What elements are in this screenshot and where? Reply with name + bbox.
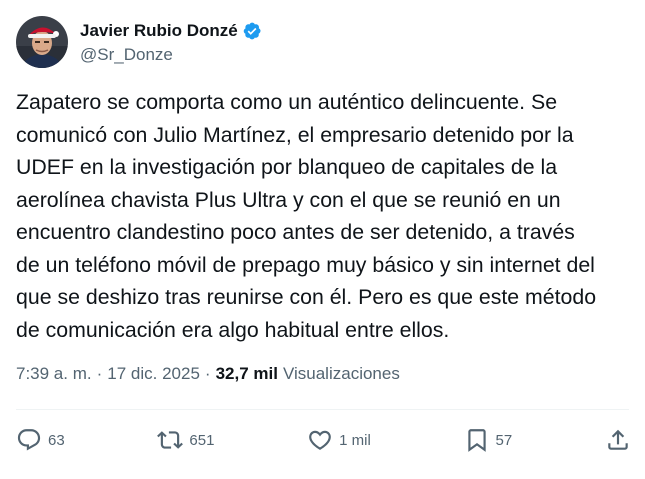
views-label: Visualizaciones [282, 364, 400, 383]
like-count: 1 mil [339, 431, 371, 449]
reply-count: 63 [48, 431, 65, 449]
divider [16, 409, 629, 410]
retweet-count: 651 [189, 431, 215, 449]
views-count: 32,7 mil [215, 364, 278, 383]
verified-badge-icon[interactable] [242, 21, 262, 41]
author-names: Javier Rubio Donzé @Sr_Donze [80, 19, 262, 65]
share-button[interactable] [605, 427, 631, 453]
display-name[interactable]: Javier Rubio Donzé [80, 21, 238, 41]
retweet-button[interactable]: 651 [157, 427, 214, 453]
name-row: Javier Rubio Donzé [80, 19, 262, 43]
author-handle[interactable]: @Sr_Donze [80, 45, 262, 65]
tweet-date[interactable]: 17 dic. 2025 [107, 364, 200, 384]
tweet-header: Javier Rubio Donzé @Sr_Donze [16, 14, 262, 70]
meta-separator: · [96, 364, 103, 383]
bookmark-icon [464, 427, 490, 453]
meta-separator: · [204, 364, 211, 383]
share-icon [605, 427, 631, 453]
avatar[interactable] [16, 16, 68, 68]
heart-icon [307, 427, 333, 453]
like-button[interactable]: 1 mil [307, 427, 371, 453]
reply-icon [16, 427, 42, 453]
bookmark-count: 57 [495, 431, 513, 449]
action-bar: 63 651 1 mil 57 [16, 424, 629, 456]
tweet-meta: 7:39 a. m. · 17 dic. 2025 · 32,7 mil Vis… [16, 362, 400, 386]
reply-button[interactable]: 63 [16, 427, 65, 453]
tweet-text: Zapatero se comporta como un auténtico d… [16, 90, 597, 342]
tweet-time[interactable]: 7:39 a. m. [16, 364, 92, 384]
retweet-icon [157, 427, 184, 453]
bookmark-button[interactable]: 57 [464, 427, 513, 453]
